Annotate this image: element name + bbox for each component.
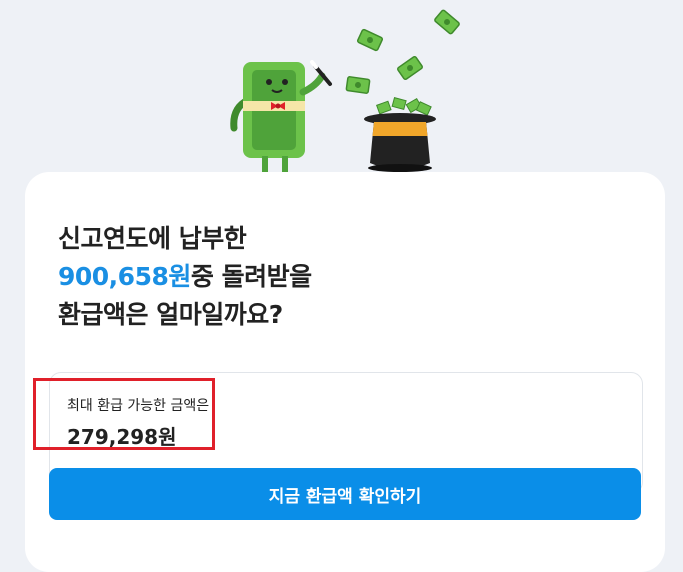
flying-bill-icon: [356, 28, 384, 52]
money-mascot-icon: [230, 62, 326, 172]
headline-line-2: 900,658원중 돌려받을: [58, 258, 312, 296]
paid-amount: 900,658원: [58, 262, 191, 291]
hero-illustration: [0, 0, 683, 180]
magic-hat-icon: [364, 97, 436, 172]
headline: 신고연도에 납부한 900,658원중 돌려받을 환급액은 얼마일까요?: [58, 220, 312, 334]
flying-bill-icon: [434, 9, 460, 35]
money-magic-illustration: [230, 9, 460, 172]
headline-line-2-text: 중 돌려받을: [190, 262, 312, 291]
highlight-annotation: [33, 378, 215, 450]
flying-bill-icon: [397, 55, 423, 81]
check-refund-button[interactable]: 지금 환급액 확인하기: [49, 468, 641, 520]
headline-line-1: 신고연도에 납부한: [58, 224, 247, 253]
headline-line-3: 환급액은 얼마일까요?: [58, 300, 283, 329]
flying-bill-icon: [345, 76, 371, 94]
